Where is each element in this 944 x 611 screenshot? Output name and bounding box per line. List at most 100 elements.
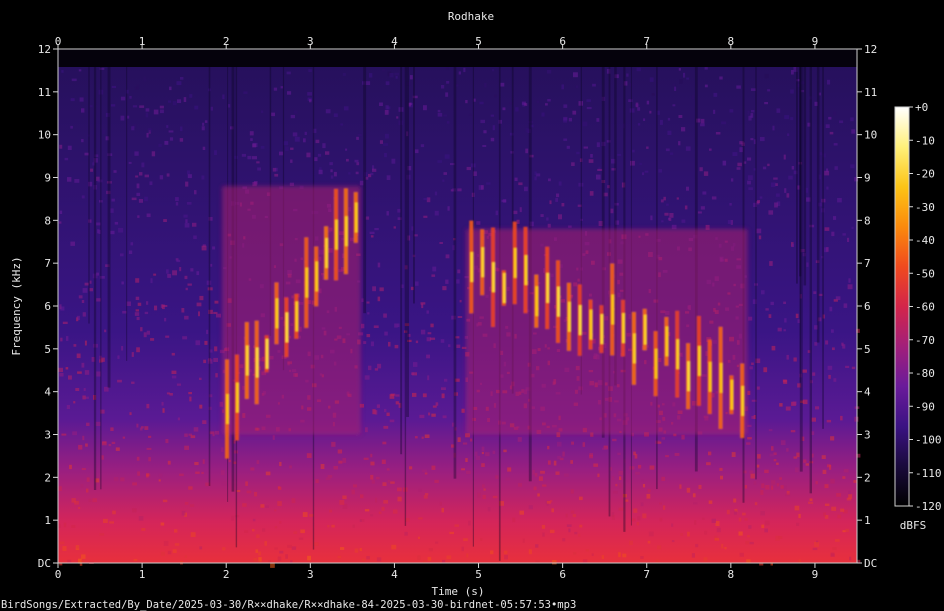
- noise-streak: [755, 67, 757, 480]
- noise-speck: [314, 157, 318, 162]
- noise-streak: [453, 67, 457, 479]
- noise-speck: [780, 485, 784, 489]
- noise-speck: [757, 454, 761, 459]
- y-tick-label-right: 9: [864, 172, 871, 185]
- noise-speck: [442, 286, 447, 291]
- noise-speck: [177, 99, 182, 103]
- noise-speck: [545, 103, 548, 106]
- noise-speck: [162, 499, 168, 503]
- noise-speck: [748, 316, 753, 321]
- noise-speck: [171, 375, 177, 379]
- noise-speck: [102, 129, 106, 134]
- noise-speck: [492, 69, 495, 72]
- noise-speck: [363, 457, 369, 460]
- call-syllable-peak: [315, 261, 319, 292]
- noise-speck: [268, 560, 271, 563]
- spectrogram-top-band: [58, 49, 857, 67]
- noise-speck: [372, 168, 377, 172]
- noise-speck: [187, 170, 190, 175]
- y-tick-label-left: 7: [44, 257, 51, 270]
- noise-speck: [791, 166, 795, 170]
- noise-speck: [434, 191, 438, 196]
- noise-speck: [342, 495, 347, 500]
- noise-speck: [365, 427, 368, 433]
- noise-speck: [502, 107, 506, 111]
- noise-speck: [802, 399, 808, 405]
- noise-speck: [83, 388, 86, 391]
- noise-speck: [202, 459, 205, 464]
- call-syllable-peak: [557, 286, 560, 317]
- noise-speck: [637, 516, 641, 521]
- noise-speck: [370, 514, 374, 517]
- noise-speck: [77, 371, 82, 374]
- noise-speck: [566, 145, 570, 149]
- noise-speck: [426, 310, 429, 314]
- noise-speck: [649, 77, 654, 82]
- noise-speck: [114, 221, 119, 225]
- noise-speck: [768, 314, 772, 318]
- noise-speck: [394, 323, 398, 328]
- noise-speck: [767, 163, 770, 167]
- noise-speck: [180, 77, 184, 80]
- noise-speck: [556, 193, 560, 198]
- noise-speck: [354, 548, 359, 553]
- noise-speck: [187, 283, 192, 286]
- noise-speck: [570, 510, 575, 514]
- noise-speck: [187, 174, 192, 179]
- noise-speck: [824, 503, 830, 506]
- noise-speck: [185, 181, 189, 187]
- noise-speck: [672, 104, 676, 107]
- noise-speck: [618, 470, 623, 476]
- noise-speck: [786, 448, 789, 452]
- noise-speck: [421, 436, 424, 439]
- noise-speck: [431, 413, 436, 417]
- noise-speck: [708, 451, 712, 456]
- noise-speck: [292, 132, 298, 137]
- noise-speck: [104, 329, 107, 333]
- noise-speck: [120, 477, 125, 482]
- noise-speck: [826, 247, 829, 252]
- noise-speck: [845, 365, 850, 368]
- noise-speck: [175, 202, 179, 206]
- noise-speck: [176, 81, 182, 86]
- noise-speck: [144, 174, 149, 178]
- noise-speck: [428, 412, 431, 416]
- noise-speck: [836, 493, 842, 497]
- noise-speck: [547, 99, 551, 102]
- noise-speck: [293, 531, 298, 535]
- noise-speck: [342, 457, 347, 463]
- noise-speck: [133, 558, 138, 561]
- noise-speck: [470, 438, 473, 442]
- noise-speck: [646, 493, 651, 499]
- noise-speck: [828, 116, 832, 120]
- noise-speck: [202, 122, 205, 126]
- noise-speck: [67, 145, 72, 150]
- noise-speck: [194, 190, 197, 195]
- noise-speck: [84, 152, 89, 156]
- noise-speck: [830, 478, 835, 484]
- noise-speck: [393, 226, 396, 229]
- noise-speck: [788, 175, 793, 180]
- noise-speck: [110, 208, 114, 213]
- noise-speck: [500, 82, 505, 87]
- noise-speck: [71, 525, 76, 528]
- noise-speck: [379, 102, 383, 106]
- noise-speck: [579, 496, 583, 501]
- noise-speck: [747, 424, 752, 427]
- noise-speck: [437, 160, 442, 163]
- noise-speck: [437, 109, 441, 113]
- noise-speck: [92, 498, 97, 503]
- noise-speck: [420, 144, 425, 148]
- noise-speck: [146, 213, 151, 218]
- noise-speck: [851, 366, 856, 370]
- noise-speck: [430, 337, 436, 340]
- noise-speck: [419, 414, 425, 419]
- noise-speck: [435, 402, 439, 406]
- noise-speck: [122, 310, 127, 314]
- noise-speck: [118, 227, 124, 233]
- noise-speck: [395, 394, 400, 397]
- noise-speck: [465, 458, 468, 462]
- noise-speck: [503, 449, 507, 453]
- noise-speck: [659, 119, 663, 125]
- noise-speck: [671, 540, 675, 543]
